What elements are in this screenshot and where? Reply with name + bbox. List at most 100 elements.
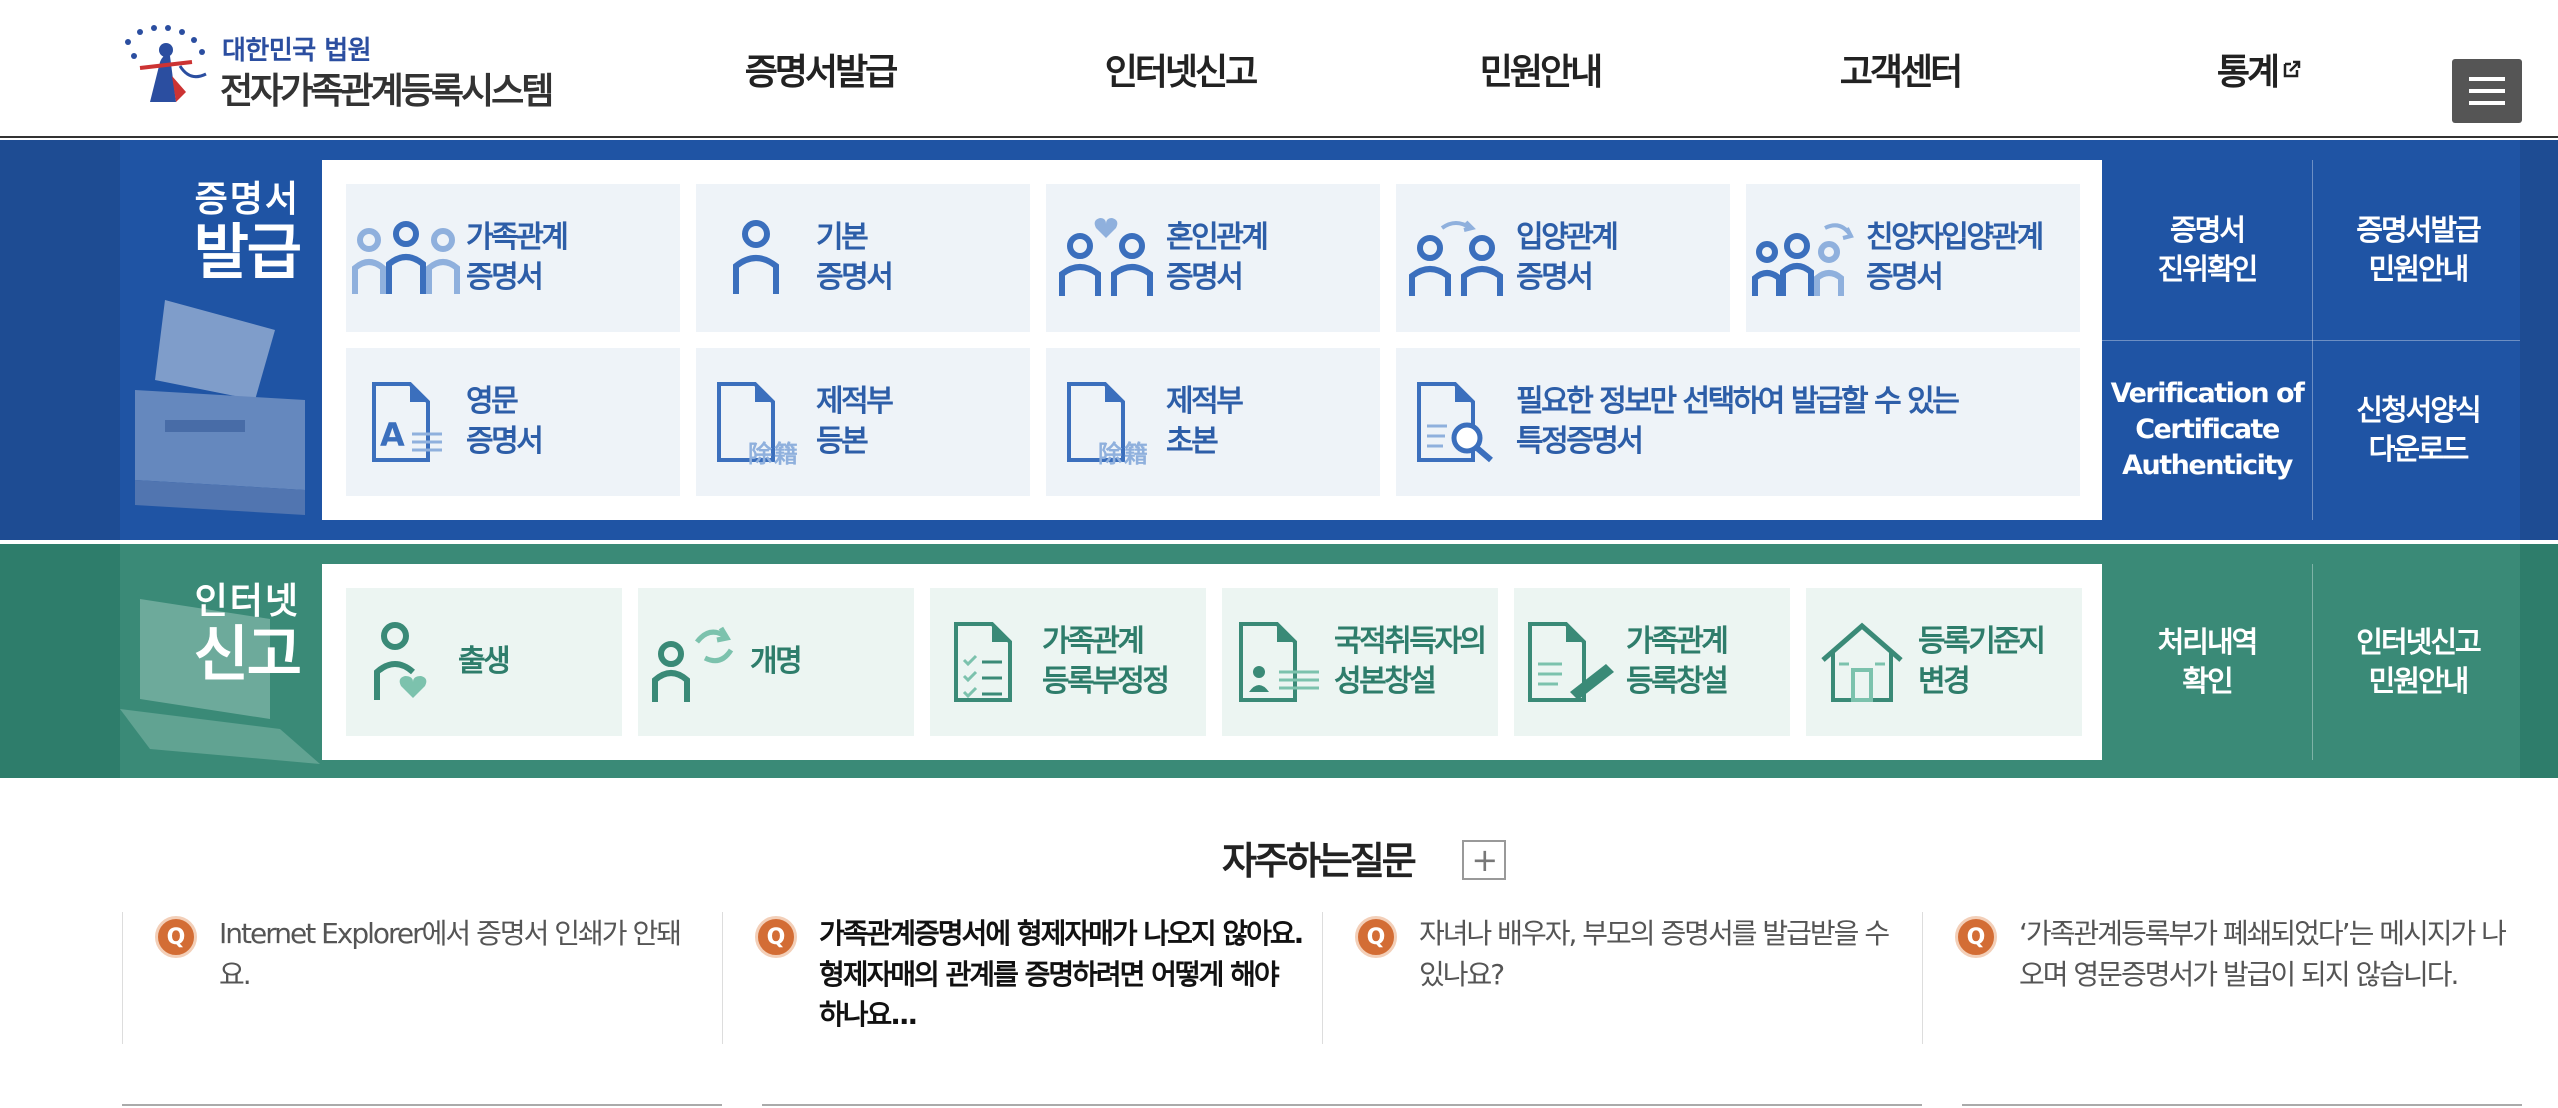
tile-label-line2: 증명서	[466, 260, 544, 295]
quick-label-line2: 민원안내	[2368, 664, 2470, 698]
nav-civil-guide[interactable]: 민원안내	[1360, 0, 1720, 138]
family-icon	[352, 221, 460, 294]
faq-item-text: Internet Explorer에서 증명서 인쇄가 안돼요.	[219, 917, 682, 991]
document-pen-icon	[1528, 622, 1614, 702]
nav-statistics[interactable]: 통계	[2080, 0, 2440, 138]
tile-label-line1: 국적취득자의	[1334, 624, 1487, 660]
quick-label-line2: 진위확인	[2157, 252, 2259, 286]
hamburger-bar	[2469, 89, 2505, 93]
tile-label-line2: 성본창설	[1334, 664, 1437, 699]
quick-report-civil-guide[interactable]: 인터넷신고민원안내	[2313, 564, 2523, 760]
tile-label-line1: 혼인관계	[1166, 220, 1269, 256]
quick-label-line1: 증명서발급	[2356, 213, 2481, 248]
tile-label-line1: 가족관계	[466, 220, 569, 256]
certificate-panel: 가족관계 증명서 기본 증명서 혼인관계 증명서 입양관계 증명서 친양자입양관…	[322, 160, 2102, 520]
hamburger-icon	[2469, 77, 2505, 81]
quick-form-download[interactable]: 신청서양식 다운로드	[2313, 340, 2523, 520]
section-title-small: 증명서	[194, 179, 300, 220]
quick-cert-verify[interactable]: 증명서진위확인	[2102, 160, 2312, 340]
tile-marriage-cert[interactable]: 혼인관계 증명서	[1046, 184, 1380, 332]
document-search-icon	[1417, 382, 1493, 463]
quick-label-line1: 처리내역	[2157, 625, 2259, 660]
nav-customer-center[interactable]: 고객센터	[1720, 0, 2080, 138]
quick-process-history[interactable]: 처리내역 확인	[2102, 564, 2312, 760]
tile-birth-report[interactable]: 출생	[346, 588, 622, 736]
tile-label-line2: 특정증명서	[1516, 424, 1644, 459]
tile-register-creation[interactable]: 가족관계 등록창설	[1514, 588, 1790, 736]
tile-label-line1: 가족관계	[1626, 624, 1729, 660]
house-icon	[1821, 622, 1903, 702]
faq-item-text: 가족관계증명서에 형제자매가 나오지 않아요. 형제자매의 관계를 증명하려면 …	[819, 917, 1304, 1032]
tile-naturalized-surname[interactable]: 국적취득자의성본창설	[1222, 588, 1498, 736]
nav-label: 통계	[2216, 52, 2280, 93]
report-section-title: 인터넷 신고	[160, 581, 302, 690]
tile-rename-report[interactable]: 개명	[638, 588, 914, 736]
faq-item[interactable]: Q ‘가족관계등록부가 폐쇄되었다’는 메시지가 나오며 영문증명서가 발급이 …	[1922, 912, 2522, 1044]
faq-title: 자주하는질문	[1222, 839, 1417, 883]
rename-icon	[652, 626, 734, 702]
nav-internet-report[interactable]: 인터넷신고	[1000, 0, 1360, 138]
document-a-icon: A	[372, 382, 442, 462]
section-title-small: 인터넷	[194, 581, 300, 622]
hamburger-bar	[2469, 101, 2505, 105]
removed-register-stamp: 除籍	[748, 440, 800, 468]
tile-adoption-cert[interactable]: 입양관계증명서	[1396, 184, 1730, 332]
tile-specific-cert[interactable]: 필요한 정보만 선택하여 발급할 수 있는특정증명서	[1396, 348, 2080, 496]
faq-item[interactable]: Q 가족관계증명서에 형제자매가 나오지 않아요. 형제자매의 관계를 증명하려…	[722, 912, 1322, 1044]
main-nav: 증명서발급 인터넷신고 민원안내 고객센터 통계	[640, 0, 2440, 138]
faq-more-button[interactable]: +	[1462, 840, 1506, 880]
removed-register-stamp: 除籍	[1098, 440, 1150, 468]
adoption-icon	[1409, 220, 1503, 296]
nav-certificate-issue[interactable]: 증명서발급	[640, 0, 1000, 138]
certificate-section-title: 증명서 발급	[160, 179, 302, 288]
svg-text:A: A	[380, 416, 405, 454]
family-cycle-icon	[1752, 223, 1854, 296]
couple-heart-icon	[1059, 218, 1153, 296]
tile-removed-register-copy[interactable]: 제적부 등본 除籍	[696, 348, 1030, 496]
tile-label-line1: 영문	[466, 384, 519, 420]
tile-label-line1: 기본	[816, 220, 869, 256]
nav-label: 인터넷신고	[1104, 52, 1259, 93]
quick-label-line1: 인터넷신고	[2356, 625, 2481, 660]
tile-label-line1: 출생	[458, 644, 511, 680]
quick-verification-english[interactable]: Verification of Certificate Authenticity	[2102, 340, 2312, 520]
quick-label-line2: 다운로드	[2368, 432, 2470, 466]
tile-label-line2: 증명서	[1866, 260, 1944, 295]
section-divider	[1962, 1104, 2522, 1106]
nav-label: 민원안내	[1479, 52, 1603, 93]
tile-removed-register-extract[interactable]: 제적부 초본 除籍	[1046, 348, 1380, 496]
tile-english-cert[interactable]: A 영문증명서	[346, 348, 680, 496]
all-menu-button[interactable]	[2452, 59, 2522, 123]
faq-item[interactable]: Q Internet Explorer에서 증명서 인쇄가 안돼요.	[122, 912, 722, 1044]
nav-label: 증명서발급	[744, 52, 899, 93]
printer-illustration-icon	[135, 300, 305, 515]
question-mark-icon: Q	[1955, 916, 1997, 958]
tile-label-line2: 증명서	[466, 424, 544, 459]
tile-label-line1: 필요한 정보만 선택하여 발급할 수 있는	[1516, 384, 1960, 420]
section-title-big: 신고	[193, 619, 302, 690]
tile-label-line1: 개명	[750, 644, 803, 680]
tile-register-correction[interactable]: 가족관계 등록부정정	[930, 588, 1206, 736]
quick-cert-civil-guide[interactable]: 증명서발급민원안내	[2313, 160, 2523, 340]
site-logo[interactable]: 대한민국 법원 전자가족관계등록시스템	[120, 22, 560, 112]
tile-family-relation-cert[interactable]: 가족관계증명서	[346, 184, 680, 332]
tile-basic-cert[interactable]: 기본 증명서	[696, 184, 1030, 332]
quick-label-line2: 민원안내	[2368, 252, 2470, 286]
tile-label-line1: 입양관계	[1516, 220, 1619, 256]
tile-label-line2: 등록부정정	[1042, 664, 1170, 699]
section-divider	[762, 1104, 1922, 1106]
question-mark-icon: Q	[755, 916, 797, 958]
site-header: 대한민국 법원 전자가족관계등록시스템 증명서발급 인터넷신고 민원안내 고객센…	[0, 0, 2558, 138]
external-link-icon	[2283, 60, 2301, 78]
tile-full-adoption-cert[interactable]: 친양자입양관계 증명서	[1746, 184, 2080, 332]
question-mark-icon: Q	[155, 916, 197, 958]
logo-system-name: 전자가족관계등록시스템	[220, 71, 554, 112]
faq-item-text: 자녀나 배우자, 부모의 증명서를 발급받을 수 있나요?	[1419, 917, 1890, 991]
tile-label-line2: 증명서	[1516, 260, 1594, 295]
tile-label-line2: 등본	[816, 424, 869, 459]
person-icon	[733, 220, 779, 294]
section-title-big: 발급	[193, 217, 302, 288]
quick-label-line1: 증명서	[2169, 213, 2246, 248]
faq-item[interactable]: Q 자녀나 배우자, 부모의 증명서를 발급받을 수 있나요?	[1322, 912, 1922, 1044]
tile-register-base-change[interactable]: 등록기준지 변경	[1806, 588, 2082, 736]
